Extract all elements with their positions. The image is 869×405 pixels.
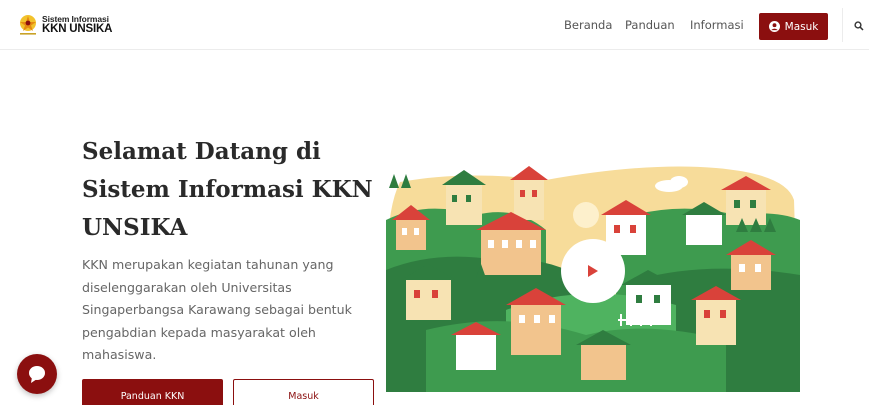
login-button-label: Masuk xyxy=(784,20,819,33)
village-illustration xyxy=(386,166,800,392)
chat-icon xyxy=(29,366,45,383)
hero-title: Selamat Datang di Sistem Informasi KKN U… xyxy=(82,138,373,241)
nav-link-beranda[interactable]: Beranda xyxy=(564,18,612,32)
nav-link-informasi[interactable]: Informasi xyxy=(690,18,744,32)
site-header: Sistem Informasi KKN UNSIKA Beranda Pand… xyxy=(0,0,869,50)
panduan-kkn-button[interactable]: Panduan KKN xyxy=(82,379,223,405)
nav-link-panduan[interactable]: Panduan xyxy=(625,18,675,32)
unsika-emblem-icon xyxy=(20,15,36,35)
logo-title-line2: KKN UNSIKA xyxy=(42,23,113,35)
user-circle-icon xyxy=(768,21,780,32)
logo-title-line1: Sistem Informasi xyxy=(42,13,109,24)
site-logo[interactable]: Sistem Informasi KKN UNSIKA xyxy=(17,13,112,37)
masuk-button[interactable]: Masuk xyxy=(233,379,374,405)
login-button[interactable]: Masuk xyxy=(759,13,828,40)
search-icon[interactable] xyxy=(854,21,864,31)
header-divider xyxy=(842,8,843,42)
hero-description: KKN merupakan kegiatan tahunan yang dise… xyxy=(82,257,352,362)
chat-button[interactable] xyxy=(17,354,57,394)
play-video-button[interactable] xyxy=(561,239,625,303)
